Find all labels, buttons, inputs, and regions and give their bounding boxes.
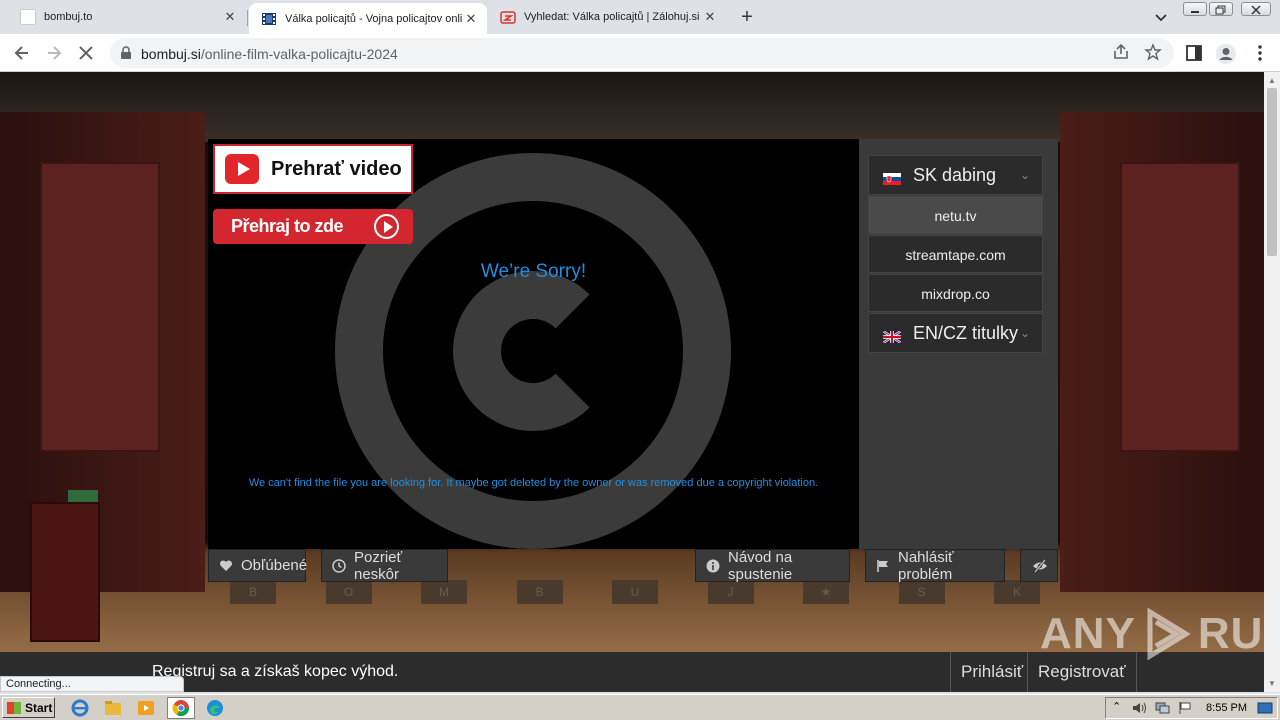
network-icon[interactable] xyxy=(1154,701,1170,720)
heart-icon xyxy=(219,559,233,573)
start-button[interactable]: Start xyxy=(2,697,55,718)
lock-icon[interactable] xyxy=(120,46,132,65)
chevron-down-icon: ⌄ xyxy=(1019,326,1030,340)
stage-letter: B xyxy=(516,580,563,604)
file-explorer-icon[interactable] xyxy=(104,699,122,717)
stop-loading-icon[interactable] xyxy=(76,43,96,63)
play-video-button[interactable]: Prehrať video xyxy=(213,144,413,194)
tab-zalohuj[interactable]: Vyhledat: Válka policajtů | Zálohuj.si ✕ xyxy=(488,3,726,31)
new-tab-button[interactable]: + xyxy=(737,7,757,27)
stage-letter: O xyxy=(325,580,372,604)
volume-icon[interactable] xyxy=(1132,701,1148,720)
source-netu[interactable]: netu.tv xyxy=(868,196,1043,234)
en-cz-titulky-dropdown[interactable]: EN/CZ titulky ⌄ xyxy=(868,313,1043,353)
scroll-up-icon[interactable]: ▲ xyxy=(1268,76,1276,85)
flag-icon xyxy=(876,559,890,573)
action-center-flag-icon[interactable] xyxy=(1178,701,1192,720)
media-player-icon[interactable] xyxy=(137,699,155,717)
slovak-flag-icon xyxy=(883,169,901,185)
address-bar[interactable]: bombuj.si/online-film-valka-policajtu-20… xyxy=(110,38,1174,68)
anyrun-logo-icon xyxy=(1147,608,1191,660)
source-streamtape[interactable]: streamtape.com xyxy=(868,235,1043,273)
internet-explorer-icon[interactable] xyxy=(71,699,89,717)
kebab-menu-icon[interactable] xyxy=(1250,43,1270,63)
stage-letter: ★ xyxy=(803,580,849,604)
theater-door xyxy=(30,502,100,642)
uk-flag-icon xyxy=(882,327,902,344)
page-content: B O M B U J ★ S K We’re Sorry! We can't … xyxy=(0,72,1264,692)
restore-button[interactable] xyxy=(1209,2,1233,16)
scroll-thumb[interactable] xyxy=(1267,88,1277,256)
stage-letter: K xyxy=(994,580,1040,604)
tab-valka-policajtu[interactable]: Válka policajtů - Vojna policajtov onlin… xyxy=(249,3,487,34)
wall-panel xyxy=(1120,162,1240,452)
side-panel-icon[interactable] xyxy=(1184,43,1204,63)
zalohuj-icon xyxy=(500,9,516,25)
play-here-button[interactable]: Přehraj to zde xyxy=(213,209,413,244)
eye-slash-icon xyxy=(1032,558,1047,573)
forward-arrow-icon[interactable] xyxy=(44,43,64,63)
play-circle-icon xyxy=(374,214,399,239)
register-promo: Registruj sa a získaš kopec výhod. xyxy=(152,663,399,680)
error-message: We can't find the file you are looking f… xyxy=(248,477,819,489)
sk-dabing-dropdown[interactable]: SK dabing ⌄ xyxy=(868,155,1043,195)
loading-status: Connecting... xyxy=(0,676,184,692)
stage-letters: B O M B U J ★ S K xyxy=(230,580,1040,606)
minimize-button[interactable] xyxy=(1183,2,1207,16)
chevron-down-icon: ⌄ xyxy=(1019,168,1030,182)
close-tab-icon[interactable]: ✕ xyxy=(463,11,479,27)
windows-taskbar: Start ⌃ 8:55 PM xyxy=(0,694,1280,720)
video-player[interactable]: We’re Sorry! We can't find the file you … xyxy=(208,139,859,549)
close-tab-icon[interactable]: ✕ xyxy=(702,9,718,25)
share-icon[interactable] xyxy=(1112,43,1132,63)
login-link[interactable]: Prihlásiť xyxy=(950,652,1033,692)
clock[interactable]: 8:55 PM xyxy=(1206,702,1247,714)
chrome-taskbar-button[interactable] xyxy=(167,697,195,719)
scroll-down-icon[interactable]: ▼ xyxy=(1268,679,1276,688)
how-to-play-button[interactable]: Návod na spustenie xyxy=(695,549,850,583)
tab-bombuj[interactable]: bombuj.to ✕ xyxy=(8,3,246,31)
wall-panel xyxy=(40,162,160,452)
film-strip-icon xyxy=(261,11,277,27)
favorite-button[interactable]: Obľúbené xyxy=(208,549,307,582)
info-icon xyxy=(706,559,720,573)
close-tab-icon[interactable]: ✕ xyxy=(222,9,238,25)
chevron-down-icon[interactable] xyxy=(1152,8,1170,26)
stage-letter: U xyxy=(612,580,658,604)
tab-strip: bombuj.to ✕ Válka policajtů - Vojna poli… xyxy=(0,0,1280,34)
system-tray: ⌃ 8:55 PM xyxy=(1105,697,1278,719)
profile-avatar-icon[interactable] xyxy=(1215,43,1236,64)
source-mixdrop[interactable]: mixdrop.co xyxy=(868,274,1043,312)
stage-letter: S xyxy=(898,580,945,604)
youtube-play-icon xyxy=(225,154,259,184)
windows-logo-icon xyxy=(7,701,21,714)
star-icon[interactable] xyxy=(1144,43,1164,63)
report-problem-button[interactable]: Nahlásiť problém xyxy=(865,549,1005,583)
watch-later-button[interactable]: Pozrieť neskôr xyxy=(321,549,448,583)
browser-toolbar: bombuj.si/online-film-valka-policajtu-20… xyxy=(0,34,1280,72)
clock-icon xyxy=(332,558,346,573)
stage-letter: B xyxy=(230,580,276,604)
stage-letter: J xyxy=(707,580,754,604)
stage-letter: M xyxy=(421,580,467,604)
blank-page-icon xyxy=(20,9,36,25)
show-desktop-icon[interactable] xyxy=(1257,701,1273,720)
source-selector: SK dabing ⌄ netu.tv streamtape.com mixdr… xyxy=(859,139,1058,549)
hide-lights-button[interactable] xyxy=(1020,549,1058,582)
back-arrow-icon[interactable] xyxy=(12,43,32,63)
error-title: We’re Sorry! xyxy=(480,261,587,282)
close-window-button[interactable] xyxy=(1241,2,1271,16)
anyrun-watermark: ANY RUN xyxy=(1040,608,1264,660)
url-text: bombuj.si/online-film-valka-policajtu-20… xyxy=(141,46,398,62)
page-scrollbar[interactable]: ▲ ▼ xyxy=(1264,72,1280,692)
edge-icon[interactable] xyxy=(206,699,224,717)
tray-expand-icon[interactable]: ⌃ xyxy=(1112,700,1121,713)
